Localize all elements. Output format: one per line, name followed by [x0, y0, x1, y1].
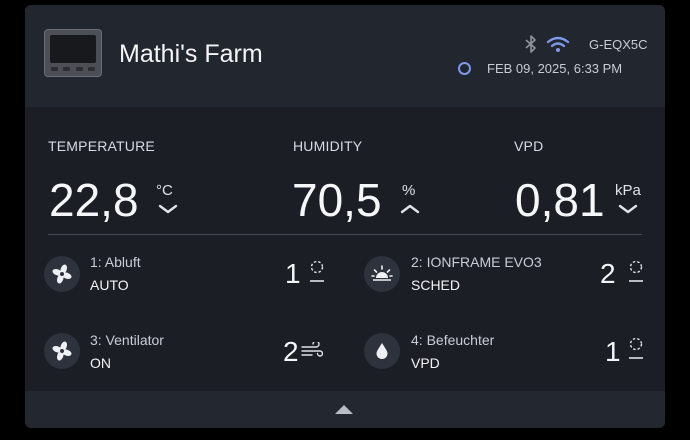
card-footer	[25, 391, 665, 428]
vpd-label: VPD	[514, 138, 544, 154]
water-drop-icon[interactable]	[364, 333, 400, 369]
device-mode: VPD	[411, 355, 440, 371]
humidity-label: HUMIDITY	[293, 138, 363, 154]
device-id: G-EQX5C	[589, 37, 648, 52]
temperature-value: 22,8	[49, 174, 139, 226]
device-level: 1	[285, 258, 301, 289]
vpd-unit: kPa	[615, 182, 641, 199]
wifi-icon	[546, 36, 570, 52]
device-level: 1	[605, 336, 621, 367]
device-name: 4: Befeuchter	[411, 332, 495, 348]
controller-device-icon	[44, 29, 102, 77]
level-indicator-icon	[629, 337, 643, 359]
bluetooth-icon	[525, 35, 536, 53]
device-name: 2: IONFRAME EVO3	[411, 254, 542, 270]
fan-icon[interactable]	[44, 333, 80, 369]
trend-down-icon	[158, 204, 178, 214]
fan-icon[interactable]	[44, 256, 80, 292]
level-indicator-icon	[310, 260, 324, 282]
page-title: Mathi's Farm	[119, 40, 263, 68]
clock-icon	[458, 62, 471, 75]
device-name: 3: Ventilator	[90, 332, 164, 348]
device-name: 1: Abluft	[90, 254, 141, 270]
trend-down-icon	[618, 204, 638, 214]
card-header: Mathi's Farm G-EQX5C FEB 09, 2025, 6:33 …	[25, 5, 665, 107]
humidity-unit: %	[402, 182, 416, 199]
timestamp: FEB 09, 2025, 6:33 PM	[487, 61, 623, 76]
device-mode: SCHED	[411, 277, 461, 293]
trend-up-icon	[400, 204, 420, 214]
vpd-value: 0,81	[515, 174, 605, 226]
sunrise-icon[interactable]	[364, 256, 400, 292]
device-mode: AUTO	[90, 277, 129, 293]
device-level: 2	[283, 336, 299, 367]
controller-card: Mathi's Farm G-EQX5C FEB 09, 2025, 6:33 …	[25, 5, 665, 428]
level-indicator-icon	[629, 260, 643, 282]
divider	[48, 234, 642, 235]
chevron-up-icon[interactable]	[335, 405, 353, 414]
device-mode: ON	[90, 355, 111, 371]
humidity-value: 70,5	[292, 174, 382, 226]
device-level: 2	[600, 258, 616, 289]
temperature-unit: °C	[156, 182, 173, 199]
wind-icon	[301, 342, 323, 357]
temperature-label: TEMPERATURE	[48, 138, 155, 154]
